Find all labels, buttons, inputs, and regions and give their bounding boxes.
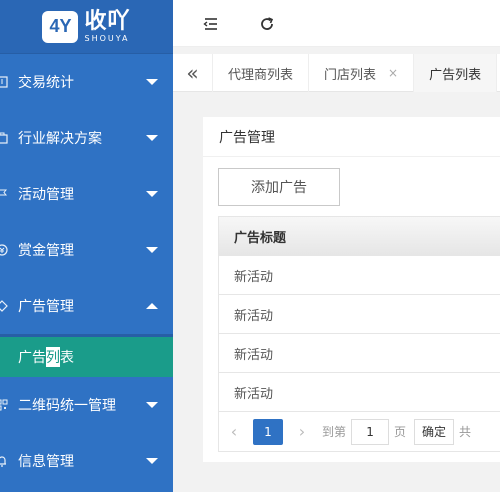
diamond-icon — [0, 299, 9, 313]
table-row[interactable]: 新活动 — [219, 256, 500, 295]
qrcode-icon — [0, 398, 9, 412]
sidebar-item-label: 活动管理 — [18, 187, 74, 203]
sidebar-item-qrcode[interactable]: 二维码统一管理 — [0, 377, 173, 433]
pagination: ‹ 1 › 到第 页 确定 共 — [218, 412, 500, 452]
sidebar: 4Y 收吖 SHOUYA 交易统计 行业解决方案 活动管理 赏金管理 广告管理 … — [0, 0, 173, 492]
tab-agent-list[interactable]: 代理商列表 — [213, 54, 310, 92]
chevron-down-icon — [146, 135, 158, 141]
chevron-down-icon — [146, 79, 158, 85]
sidebar-item-label: 行业解决方案 — [18, 131, 102, 147]
tab-label: 门店列表 — [324, 67, 377, 83]
chevron-up-icon — [146, 303, 158, 309]
top-header — [173, 0, 500, 47]
sidebar-item-info[interactable]: 信息管理 — [0, 433, 173, 489]
coin-icon — [0, 243, 9, 257]
sidebar-item-label: 信息管理 — [18, 454, 74, 470]
sidebar-menu-lower: 二维码统一管理 信息管理 — [0, 377, 173, 489]
sidebar-menu: 交易统计 行业解决方案 活动管理 赏金管理 广告管理 — [0, 54, 173, 334]
menu-collapse-icon[interactable] — [201, 14, 221, 34]
sidebar-item-label: 二维码统一管理 — [18, 398, 116, 414]
page-unit-label: 页 — [394, 425, 407, 439]
briefcase-icon — [0, 131, 9, 145]
page-jump-input[interactable] — [351, 418, 390, 445]
add-ad-button[interactable]: 添加广告 — [218, 168, 340, 206]
sidebar-item-activity[interactable]: 活动管理 — [0, 166, 173, 222]
goto-label: 到第 — [322, 425, 347, 439]
flag-icon — [0, 187, 9, 201]
close-icon[interactable]: × — [388, 66, 398, 80]
sidebar-item-industry-solutions[interactable]: 行业解决方案 — [0, 110, 173, 166]
tab-store-list[interactable]: 门店列表 × — [309, 54, 415, 92]
sidebar-item-ads[interactable]: 广告管理 — [0, 278, 173, 334]
chart-icon — [0, 75, 9, 89]
logo-text: 收吖 SHOUYA — [84, 8, 131, 43]
table-row[interactable]: 新活动 — [219, 334, 500, 373]
tab-ad-list[interactable]: 广告列表 — [414, 54, 498, 92]
tabs-scroll-left-icon[interactable]: « — [173, 54, 213, 92]
tab-label: 广告列表 — [429, 67, 482, 83]
sidebar-item-bounty[interactable]: 赏金管理 — [0, 222, 173, 278]
sidebar-item-label: 广告管理 — [18, 299, 74, 315]
sidebar-item-transaction-stats[interactable]: 交易统计 — [0, 54, 173, 110]
logo-name: 收吖 — [84, 8, 131, 34]
logo-subtitle: SHOUYA — [84, 33, 130, 43]
logo-mark: 4Y — [42, 10, 79, 43]
column-header-ad-title[interactable]: 广告标题 — [219, 216, 500, 256]
prev-page-icon[interactable]: ‹ — [219, 419, 249, 445]
ads-submenu: 广告列表 — [0, 334, 173, 377]
confirm-page-button[interactable]: 确定 — [414, 418, 455, 445]
logo[interactable]: 4Y 收吖 SHOUYA — [0, 0, 173, 54]
chevron-down-icon — [146, 191, 158, 197]
sidebar-item-label: 赏金管理 — [18, 243, 74, 259]
sidebar-item-label: 交易统计 — [18, 75, 74, 91]
table-row[interactable]: 新活动 — [219, 295, 500, 334]
chevron-down-icon — [146, 247, 158, 253]
next-page-icon[interactable]: › — [287, 419, 317, 445]
chevron-down-icon — [146, 402, 158, 408]
subitem-label-highlight: 列 — [46, 347, 60, 367]
bell-icon — [0, 454, 9, 468]
total-label: 共 — [459, 425, 472, 439]
tab-bar: « 代理商列表 门店列表 × 广告列表 — [173, 54, 500, 92]
table-row[interactable]: 新活动 — [219, 373, 500, 412]
refresh-icon[interactable] — [257, 14, 277, 34]
sidebar-subitem-ad-list[interactable]: 广告列表 — [0, 337, 173, 377]
subitem-label-pre: 广告 — [18, 350, 46, 366]
subitem-label-post: 表 — [60, 350, 74, 366]
tab-label: 代理商列表 — [228, 67, 294, 83]
chevron-down-icon — [146, 458, 158, 464]
ad-management-card: 广告管理 添加广告 广告标题 新活动 新活动 新活动 新活动 ‹ 1 › 到第 … — [203, 117, 500, 462]
page-number-current[interactable]: 1 — [253, 418, 283, 445]
ad-table: 广告标题 新活动 新活动 新活动 新活动 — [218, 216, 500, 412]
card-title: 广告管理 — [203, 117, 500, 157]
